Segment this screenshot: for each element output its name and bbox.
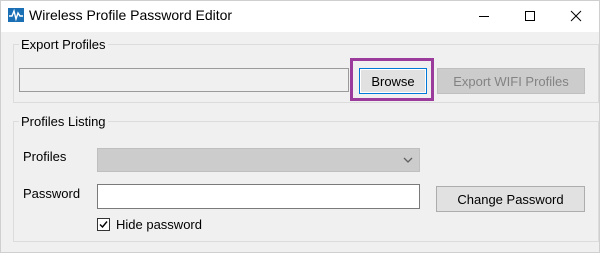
close-icon [570,10,582,22]
maximize-button[interactable] [507,1,553,32]
window-title: Wireless Profile Password Editor [29,7,233,23]
profiles-dropdown[interactable] [97,148,420,172]
export-path-field[interactable] [19,68,349,92]
minimize-button[interactable] [461,1,507,32]
app-window: Wireless Profile Password Editor Export … [0,0,600,253]
password-label: Password [23,186,81,201]
minimize-icon [479,16,489,17]
title-bar[interactable]: Wireless Profile Password Editor [1,1,599,32]
checkmark-icon [99,221,108,229]
password-field[interactable] [97,184,420,209]
export-profiles-title: Export Profiles [19,37,108,52]
chevron-down-icon [403,157,413,163]
hide-password-checkbox[interactable] [97,218,110,231]
maximize-icon [525,11,535,21]
hide-password-label[interactable]: Hide password [116,217,202,232]
close-button[interactable] [553,1,599,32]
change-password-button[interactable]: Change Password [436,186,585,212]
browse-button[interactable]: Browse [359,68,427,94]
pulse-icon [8,8,24,22]
export-wifi-profiles-button[interactable]: Export WIFI Profiles [437,68,585,94]
profiles-label: Profiles [23,149,67,164]
profiles-listing-title: Profiles Listing [19,114,108,129]
